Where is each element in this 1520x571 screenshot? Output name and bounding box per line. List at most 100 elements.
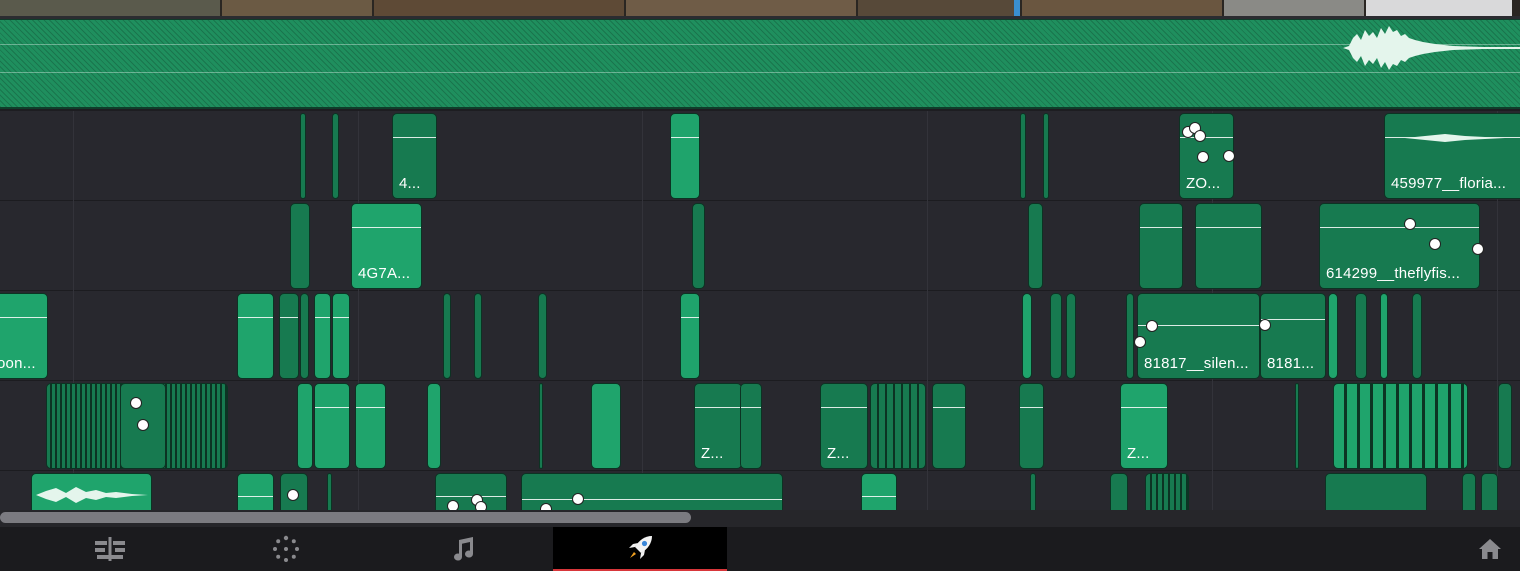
audio-clip[interactable] — [1380, 293, 1388, 379]
audio-clip[interactable] — [443, 293, 451, 379]
audio-clip[interactable] — [237, 293, 274, 379]
volume-keyframe[interactable] — [572, 493, 584, 505]
audio-clip[interactable] — [932, 383, 966, 469]
audio-clip[interactable] — [1325, 473, 1427, 510]
audio-clip[interactable] — [1126, 293, 1134, 379]
audio-clip[interactable] — [1328, 293, 1338, 379]
clip-name: Z... — [827, 445, 850, 462]
audio-clip[interactable] — [539, 383, 543, 469]
volume-keyframe[interactable] — [1146, 320, 1158, 332]
timeline-lanes[interactable]: 4... ZO... 459977__floria... 4G7A... 614… — [0, 111, 1520, 510]
volume-keyframe[interactable] — [540, 503, 552, 510]
track-guide-line — [0, 72, 1520, 73]
audio-clip[interactable] — [1028, 203, 1043, 289]
audio-clip[interactable] — [1022, 293, 1032, 379]
bottom-nav-bar — [0, 527, 1520, 571]
nav-deliver-button[interactable] — [553, 527, 727, 571]
audio-clip[interactable] — [680, 293, 700, 379]
volume-keyframe[interactable] — [447, 500, 459, 510]
audio-clip[interactable] — [591, 383, 621, 469]
audio-clip[interactable] — [237, 473, 274, 510]
audio-clip[interactable] — [1110, 473, 1128, 510]
grid-line — [642, 111, 643, 510]
nav-audio-button[interactable] — [376, 527, 550, 571]
volume-keyframe[interactable] — [1472, 243, 1484, 255]
video-thumbnail — [1224, 0, 1364, 16]
audio-clip[interactable] — [1050, 293, 1062, 379]
volume-keyframe[interactable] — [287, 489, 299, 501]
audio-clip[interactable] — [1355, 293, 1367, 379]
audio-clip[interactable]: Z... — [820, 383, 868, 469]
edit-timeline-icon — [95, 537, 125, 561]
audio-clip[interactable] — [692, 203, 705, 289]
volume-keyframe[interactable] — [1194, 130, 1206, 142]
audio-clip[interactable] — [1462, 473, 1476, 510]
audio-clip[interactable] — [327, 473, 332, 510]
color-wheel-icon — [273, 535, 299, 562]
audio-clip[interactable]: 459977__floria... — [1384, 113, 1520, 199]
audio-clip[interactable]: Z... — [1120, 383, 1168, 469]
audio-clip-group[interactable] — [1333, 383, 1468, 469]
audio-clip[interactable] — [427, 383, 441, 469]
nav-color-button[interactable] — [199, 527, 373, 571]
audio-clip[interactable] — [1481, 473, 1498, 510]
audio-clip[interactable] — [670, 113, 700, 199]
nav-edit-button[interactable] — [23, 527, 197, 571]
audio-clip[interactable]: 4G7A... — [351, 203, 422, 289]
audio-clip[interactable]: 8181... — [1260, 293, 1326, 379]
volume-keyframe[interactable] — [1134, 336, 1146, 348]
audio-clip[interactable] — [279, 293, 299, 379]
audio-clip[interactable] — [297, 383, 313, 469]
volume-keyframe[interactable] — [1259, 319, 1271, 331]
audio-clip[interactable] — [314, 383, 350, 469]
audio-lane-2[interactable] — [0, 201, 1520, 291]
audio-clip[interactable] — [314, 293, 331, 379]
audio-clip[interactable] — [332, 293, 350, 379]
audio-clip[interactable] — [1066, 293, 1076, 379]
audio-clip[interactable]: Z... — [694, 383, 742, 469]
audio-clip[interactable] — [1295, 383, 1299, 469]
audio-clip[interactable] — [740, 383, 762, 469]
audio-clip-group[interactable] — [870, 383, 926, 469]
audio-clip[interactable] — [332, 113, 339, 199]
volume-keyframe[interactable] — [1429, 238, 1441, 250]
audio-clip[interactable] — [1195, 203, 1262, 289]
audio-clip[interactable] — [1139, 203, 1183, 289]
audio-clip[interactable] — [1043, 113, 1049, 199]
audio-clip[interactable] — [290, 203, 310, 289]
audio-clip[interactable] — [300, 113, 306, 199]
audio-clip[interactable] — [1030, 473, 1036, 510]
audio-clip[interactable]: 81817__silen... — [1137, 293, 1260, 379]
audio-clip[interactable]: oon... — [0, 293, 48, 379]
video-thumbnail — [1366, 0, 1512, 16]
audio-clip[interactable] — [1412, 293, 1422, 379]
music-note-icon — [454, 537, 473, 561]
audio-clip[interactable] — [31, 473, 152, 510]
audio-clip[interactable]: 614299__theflyfis... — [1319, 203, 1480, 289]
audio-clip[interactable] — [300, 293, 309, 379]
audio-clip[interactable] — [521, 473, 783, 510]
audio-clip[interactable]: 4... — [392, 113, 437, 199]
volume-keyframe[interactable] — [137, 419, 149, 431]
audio-clip[interactable] — [474, 293, 482, 379]
volume-keyframe[interactable] — [475, 501, 487, 510]
volume-keyframe[interactable] — [1197, 151, 1209, 163]
audio-clip-group[interactable] — [1145, 473, 1189, 510]
clip-name: 4G7A... — [358, 265, 411, 282]
audio-lane-1[interactable] — [0, 111, 1520, 201]
clip-name: 81817__silen... — [1144, 355, 1249, 372]
volume-keyframe[interactable] — [1404, 218, 1416, 230]
nav-home-button[interactable] — [1403, 527, 1520, 571]
audio-clip[interactable] — [861, 473, 897, 510]
horizontal-scrollbar-thumb[interactable] — [0, 512, 691, 523]
audio-clip[interactable] — [435, 473, 507, 510]
playhead-marker[interactable] — [1014, 0, 1020, 16]
audio-clip[interactable] — [538, 293, 547, 379]
volume-keyframe[interactable] — [1223, 150, 1235, 162]
audio-clip[interactable] — [355, 383, 386, 469]
volume-keyframe[interactable] — [130, 397, 142, 409]
audio-clip[interactable] — [1020, 113, 1026, 199]
audio-clip[interactable] — [1019, 383, 1044, 469]
main-audio-track[interactable] — [0, 19, 1520, 109]
audio-clip[interactable] — [1498, 383, 1512, 469]
